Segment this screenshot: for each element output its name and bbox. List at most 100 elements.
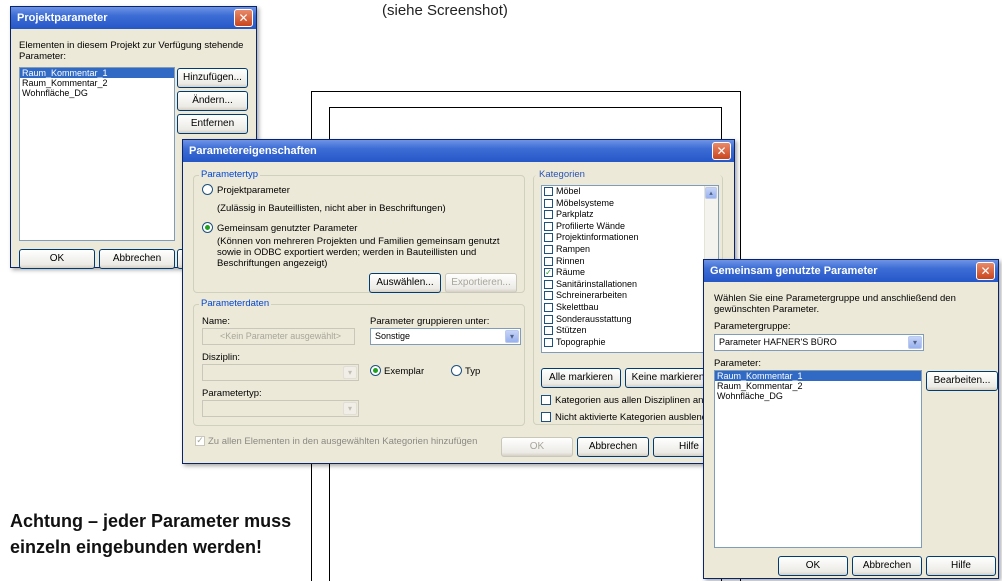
close-icon[interactable]: ✕ <box>234 9 253 27</box>
all-disciplines-checkbox[interactable] <box>541 395 551 405</box>
radio-label: Gemeinsam genutzter Parameter <box>217 223 358 234</box>
category-item: Stützen <box>542 325 718 337</box>
radio-projektparameter[interactable] <box>202 184 213 195</box>
ok-button[interactable]: OK <box>778 556 848 576</box>
projektparameter-list[interactable]: Raum_Kommentar_1 Raum_Kommentar_2 Wohnfl… <box>19 67 175 241</box>
slide: (siehe Screenshot) Projektparameter ✕ El… <box>0 0 1002 581</box>
radio-exemplar[interactable] <box>370 365 381 376</box>
radio-label: Projektparameter <box>217 185 290 196</box>
category-checkbox[interactable] <box>544 210 553 220</box>
mark-none-button[interactable]: Keine markieren <box>625 368 711 388</box>
type-select[interactable]: ▾ <box>202 400 359 417</box>
list-item[interactable]: Raum_Kommentar_2 <box>715 381 921 391</box>
category-checkbox[interactable] <box>544 302 553 312</box>
category-checkbox[interactable] <box>544 314 553 324</box>
category-checkbox[interactable] <box>544 221 553 231</box>
category-checkbox[interactable] <box>544 256 553 266</box>
help-button[interactable]: Hilfe <box>926 556 996 576</box>
list-item[interactable]: Raum_Kommentar_2 <box>20 78 174 88</box>
name-field[interactable]: <Kein Parameter ausgewählt> <box>202 328 355 345</box>
name-label: Name: <box>202 316 230 327</box>
ok-button[interactable]: OK <box>19 249 95 269</box>
radio-label: Exemplar <box>384 366 425 377</box>
close-icon[interactable]: ✕ <box>976 262 995 280</box>
scroll-up-icon[interactable]: ▴ <box>705 187 717 199</box>
chevron-down-icon[interactable]: ▾ <box>505 330 519 343</box>
parametergruppe-select[interactable]: Parameter HAFNER'S BÜRO ▾ <box>714 334 924 351</box>
list-item[interactable]: Raum_Kommentar_1 <box>715 371 921 381</box>
parametergruppe-label: Parametergruppe: <box>714 321 791 332</box>
projektparameter-description: Elementen in diesem Projekt zur Verfügun… <box>19 40 244 62</box>
category-item: Skelettbau <box>542 302 718 314</box>
cancel-button[interactable]: Abbrechen <box>577 437 649 457</box>
parameter-label: Parameter: <box>714 358 761 369</box>
remove-button[interactable]: Entfernen <box>177 114 248 134</box>
ok-button[interactable]: OK <box>501 437 573 457</box>
category-item: Schreinerarbeiten <box>542 290 718 302</box>
add-to-all-checkbox[interactable]: ✓ <box>195 436 205 446</box>
hide-inactive-label: Nicht aktivierte Kategorien ausblenden <box>555 412 718 423</box>
edit-button[interactable]: Bearbeiten... <box>926 371 998 391</box>
gemeinsam-description: Wählen Sie eine Parametergruppe und ansc… <box>714 293 956 315</box>
select-button[interactable]: Auswählen... <box>369 273 441 293</box>
category-item: Möbelsysteme <box>542 198 718 210</box>
group-legend: Parameterdaten <box>199 298 272 309</box>
gemeinsam-dialog: Gemeinsam genutzte Parameter ✕ Wählen Si… <box>703 259 999 579</box>
chevron-down-icon[interactable]: ▾ <box>908 336 922 349</box>
chevron-down-icon: ▾ <box>343 366 357 379</box>
gemeinsam-parameter-list[interactable]: Raum_Kommentar_1 Raum_Kommentar_2 Wohnfl… <box>714 370 922 548</box>
add-to-all-label: Zu allen Elementen in den ausgewählten K… <box>208 436 478 447</box>
mark-all-button[interactable]: Alle markieren <box>541 368 621 388</box>
export-button[interactable]: Exportieren... <box>445 273 517 293</box>
kategorien-list[interactable]: Möbel Möbelsysteme Parkplatz Profilierte… <box>541 185 719 353</box>
add-button[interactable]: Hinzufügen... <box>177 68 248 88</box>
cancel-button[interactable]: Abbrechen <box>99 249 175 269</box>
radio-gemeinsam[interactable] <box>202 222 213 233</box>
option-note: (Können von mehreren Projekten und Famil… <box>217 236 500 269</box>
category-checkbox[interactable] <box>544 337 553 347</box>
category-item: Sanitärinstallationen <box>542 279 718 291</box>
radio-typ[interactable] <box>451 365 462 376</box>
parametereigenschaften-titlebar[interactable]: Parametereigenschaften <box>183 140 734 162</box>
category-checkbox[interactable] <box>544 233 553 243</box>
cancel-button[interactable]: Abbrechen <box>852 556 922 576</box>
category-item: Parkplatz <box>542 209 718 221</box>
warning-line-2: einzeln eingebunden werden! <box>10 537 263 557</box>
category-checkbox[interactable] <box>544 198 553 208</box>
radio-label: Typ <box>465 366 481 377</box>
discipline-label: Disziplin: <box>202 352 241 363</box>
projektparameter-titlebar[interactable]: Projektparameter <box>11 7 256 29</box>
group-label: Parameter gruppieren unter: <box>370 316 490 327</box>
category-item: Rampen <box>542 244 718 256</box>
category-item: ✓ Räume <box>544 267 586 278</box>
chevron-down-icon: ▾ <box>343 402 357 415</box>
parametereigenschaften-dialog: Parametereigenschaften ✕ Parametertyp Pr… <box>182 139 735 464</box>
category-checkbox[interactable] <box>544 244 553 254</box>
close-icon[interactable]: ✕ <box>712 142 731 160</box>
warning-text: Achtung – jeder Parameter muss einzeln e… <box>10 508 291 560</box>
group-select-value: Sonstige <box>375 331 411 341</box>
category-checkbox[interactable] <box>544 279 553 289</box>
category-item: Profilierte Wände <box>542 221 718 233</box>
category-checkbox-checked[interactable]: ✓ <box>544 268 553 278</box>
group-legend: Parametertyp <box>199 169 261 180</box>
category-checkbox[interactable] <box>544 326 553 336</box>
list-item[interactable]: Wohnfläche_DG <box>20 88 174 98</box>
discipline-select[interactable]: ▾ <box>202 364 359 381</box>
caption-text: (siehe Screenshot) <box>382 2 508 19</box>
parametergruppe-value: Parameter HAFNER'S BÜRO <box>719 337 837 347</box>
group-select[interactable]: Sonstige ▾ <box>370 328 521 345</box>
modify-button[interactable]: Ändern... <box>177 91 248 111</box>
option-note: (Zulässig in Bauteillisten, nicht aber i… <box>217 203 446 214</box>
type-label: Parametertyp: <box>202 388 262 399</box>
category-item: Sonderausstattung <box>542 314 718 326</box>
list-item[interactable]: Raum_Kommentar_1 <box>20 68 174 78</box>
gemeinsam-titlebar[interactable]: Gemeinsam genutzte Parameter <box>704 260 998 282</box>
warning-line-1: Achtung – jeder Parameter muss <box>10 511 292 531</box>
list-item[interactable]: Wohnfläche_DG <box>715 391 921 401</box>
category-checkbox[interactable] <box>544 187 553 196</box>
category-item: Rinnen <box>542 256 718 268</box>
category-item: Projektinformationen <box>542 232 718 244</box>
category-checkbox[interactable] <box>544 291 553 301</box>
hide-inactive-checkbox[interactable] <box>541 412 551 422</box>
